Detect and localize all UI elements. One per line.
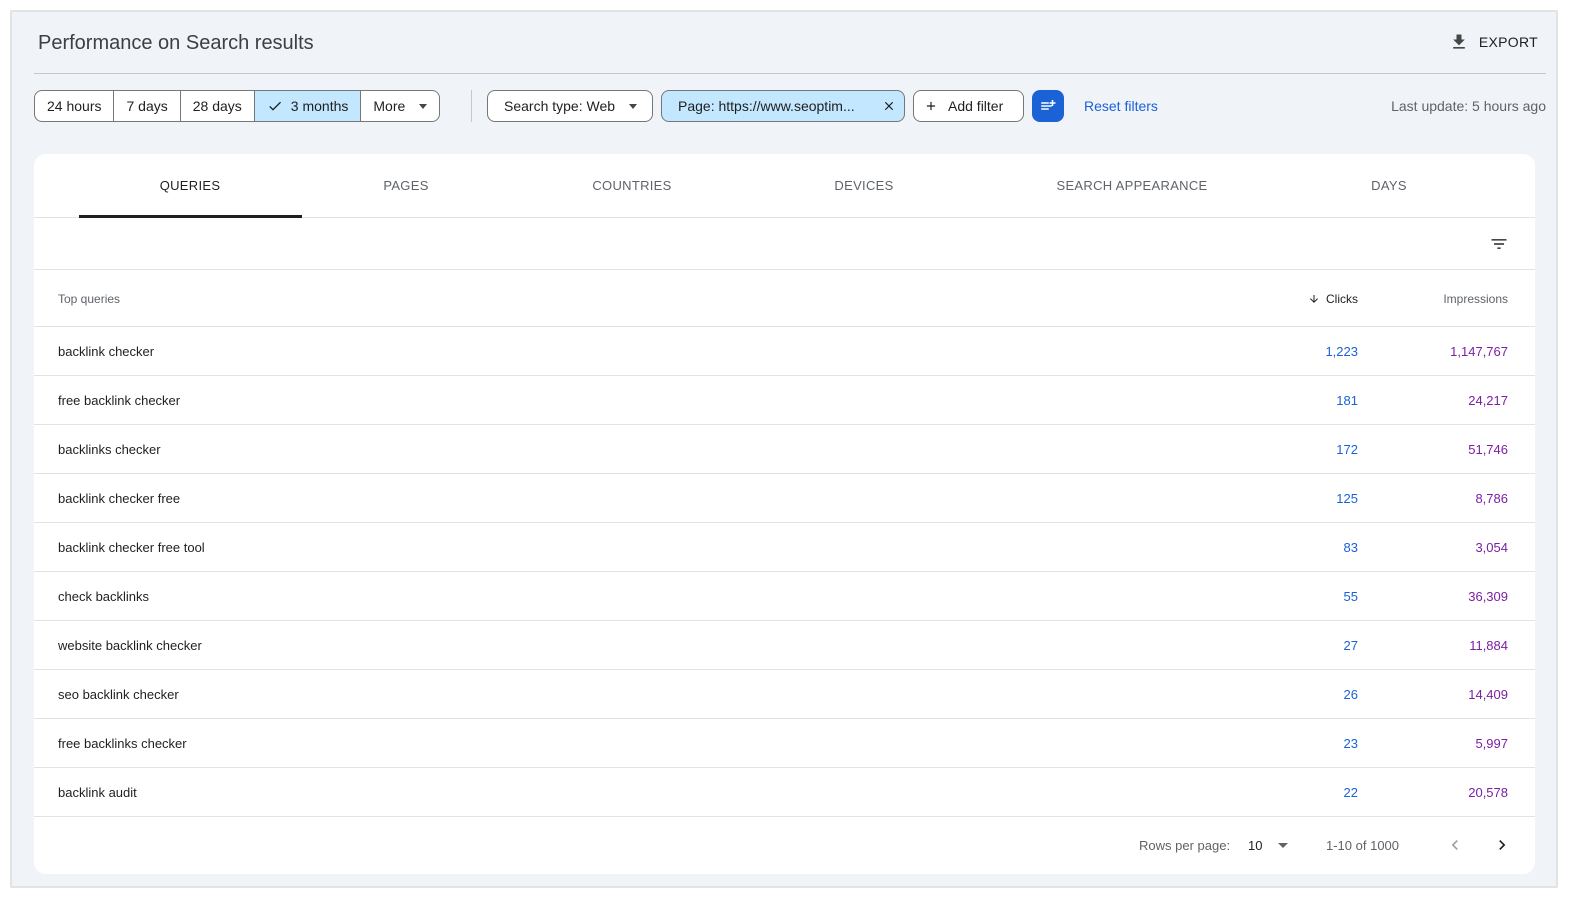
search-type-filter[interactable]: Search type: Web [487, 90, 653, 122]
table-row[interactable]: backlink checker 1,223 1,147,767 [34, 327, 1535, 376]
query-cell: backlink checker free tool [58, 540, 205, 555]
date-option-label: 28 days [192, 98, 242, 114]
query-cell: backlink checker [58, 344, 155, 359]
filter-list-icon[interactable] [1489, 234, 1509, 254]
clicks-cell: 172 [1336, 442, 1358, 457]
date-option-label: 24 hours [47, 98, 102, 114]
clicks-cell: 125 [1336, 491, 1358, 506]
last-update-text: Last update: 5 hours ago [1391, 98, 1546, 114]
add-filter-label: Add filter [948, 98, 1004, 114]
filter-bar: 24 hours 7 days 28 days 3 months More Se… [34, 90, 1546, 124]
download-icon [1453, 34, 1465, 49]
table-row[interactable]: website backlink checker 27 11,884 [34, 621, 1535, 670]
page-filter-chip[interactable]: Page: https://www.seoptim... [661, 90, 905, 122]
page-range-text: 1-10 of 1000 [1326, 838, 1400, 853]
close-icon[interactable] [882, 99, 896, 113]
query-cell: free backlinks checker [58, 736, 187, 751]
query-cell: check backlinks [58, 589, 150, 604]
reset-filters-link[interactable]: Reset filters [1084, 98, 1158, 114]
search-type-label: Search type: Web [504, 98, 616, 114]
date-option-7-days[interactable]: 7 days [114, 91, 181, 121]
tab-countries[interactable]: COUNTRIES [592, 178, 671, 193]
column-header-query: Top queries [58, 292, 121, 306]
clicks-cell: 181 [1336, 393, 1358, 408]
rows-per-page-select[interactable]: 10 [1248, 838, 1262, 853]
arrow-down-icon [1310, 295, 1318, 303]
table-toolbar [34, 218, 1535, 270]
clicks-cell: 83 [1343, 540, 1358, 555]
page-title: Performance on Search results [38, 32, 314, 54]
tab-pages[interactable]: PAGES [383, 178, 428, 193]
chevron-right-icon[interactable] [1492, 835, 1512, 855]
impressions-cell: 14,409 [1468, 687, 1508, 702]
panel-header: Performance on Search results EXPORT [34, 26, 1546, 74]
table-row[interactable]: free backlink checker 181 24,217 [34, 376, 1535, 425]
impressions-cell: 8,786 [1475, 491, 1508, 506]
dropdown-caret-icon [629, 103, 638, 109]
table-row[interactable]: backlink checker free tool 83 3,054 [34, 523, 1535, 572]
date-range-selector: 24 hours 7 days 28 days 3 months More [34, 90, 441, 122]
clicks-cell: 23 [1343, 736, 1358, 751]
pagination: Rows per page: 10 1-10 of 1000 [34, 817, 1535, 874]
tab-days[interactable]: DAYS [1371, 178, 1407, 193]
dropdown-caret-icon[interactable] [1278, 843, 1288, 848]
table-header: Top queries Clicks Impressions [34, 270, 1535, 327]
impressions-cell: 1,147,767 [1450, 344, 1508, 359]
table-row[interactable]: check backlinks 55 36,309 [34, 572, 1535, 621]
date-option-label: 3 months [290, 98, 349, 114]
plus-icon [926, 101, 936, 111]
tune-icon [1041, 100, 1056, 110]
divider [471, 90, 472, 122]
tab-devices[interactable]: DEVICES [834, 178, 893, 193]
column-header-clicks[interactable]: Clicks [1308, 292, 1358, 306]
results-card: QUERIES PAGES COUNTRIES DEVICES SEARCH A… [34, 154, 1535, 874]
impressions-cell: 24,217 [1468, 393, 1508, 408]
query-cell: website backlink checker [58, 638, 202, 653]
column-header-impressions[interactable]: Impressions [1443, 292, 1508, 306]
page-filter-label: Page: https://www.seoptim... [678, 98, 855, 114]
filter-settings-button[interactable] [1032, 90, 1064, 122]
dimension-tabs: QUERIES PAGES COUNTRIES DEVICES SEARCH A… [34, 154, 1535, 218]
table-row[interactable]: seo backlink checker 26 14,409 [34, 670, 1535, 719]
query-cell: seo backlink checker [58, 687, 179, 702]
date-option-label: 7 days [126, 98, 168, 114]
table-row[interactable]: backlink audit 22 20,578 [34, 768, 1535, 817]
impressions-cell: 11,884 [1469, 638, 1508, 653]
tab-queries[interactable]: QUERIES [160, 178, 221, 193]
query-cell: free backlink checker [58, 393, 181, 408]
date-option-more[interactable]: More [361, 91, 439, 121]
dropdown-caret-icon [419, 103, 428, 109]
impressions-cell: 5,997 [1475, 736, 1508, 751]
date-option-24-hours[interactable]: 24 hours [35, 91, 115, 121]
check-icon [269, 101, 281, 111]
query-cell: backlink audit [58, 785, 137, 800]
clicks-cell: 26 [1343, 687, 1358, 702]
export-button[interactable]: EXPORT [1449, 32, 1538, 52]
date-option-3-months[interactable]: 3 months [254, 91, 362, 121]
query-cell: backlinks checker [58, 442, 161, 457]
date-option-28-days[interactable]: 28 days [181, 91, 255, 121]
impressions-cell: 20,578 [1468, 785, 1508, 800]
clicks-header-label: Clicks [1326, 292, 1358, 306]
clicks-cell: 22 [1343, 785, 1358, 800]
chevron-left-icon[interactable] [1445, 835, 1465, 855]
table-row[interactable]: backlinks checker 172 51,746 [34, 425, 1535, 474]
clicks-cell: 27 [1343, 638, 1358, 653]
date-option-label: More [373, 98, 406, 114]
query-cell: backlink checker free [58, 491, 181, 506]
impressions-cell: 3,054 [1475, 540, 1508, 555]
rows-per-page-label: Rows per page: [1139, 838, 1231, 853]
export-label: EXPORT [1478, 34, 1538, 50]
performance-panel: Performance on Search results EXPORT 24 … [10, 10, 1558, 888]
impressions-cell: 36,309 [1468, 589, 1508, 604]
table-row[interactable]: backlink checker free 125 8,786 [34, 474, 1535, 523]
table-row[interactable]: free backlinks checker 23 5,997 [34, 719, 1535, 768]
clicks-cell: 55 [1343, 589, 1358, 604]
impressions-cell: 51,746 [1468, 442, 1508, 457]
clicks-cell: 1,223 [1325, 344, 1358, 359]
tab-search-appearance[interactable]: SEARCH APPEARANCE [1056, 178, 1207, 193]
add-filter-button[interactable]: Add filter [913, 90, 1024, 122]
table-body: backlink checker 1,223 1,147,767 free back… [34, 327, 1535, 817]
